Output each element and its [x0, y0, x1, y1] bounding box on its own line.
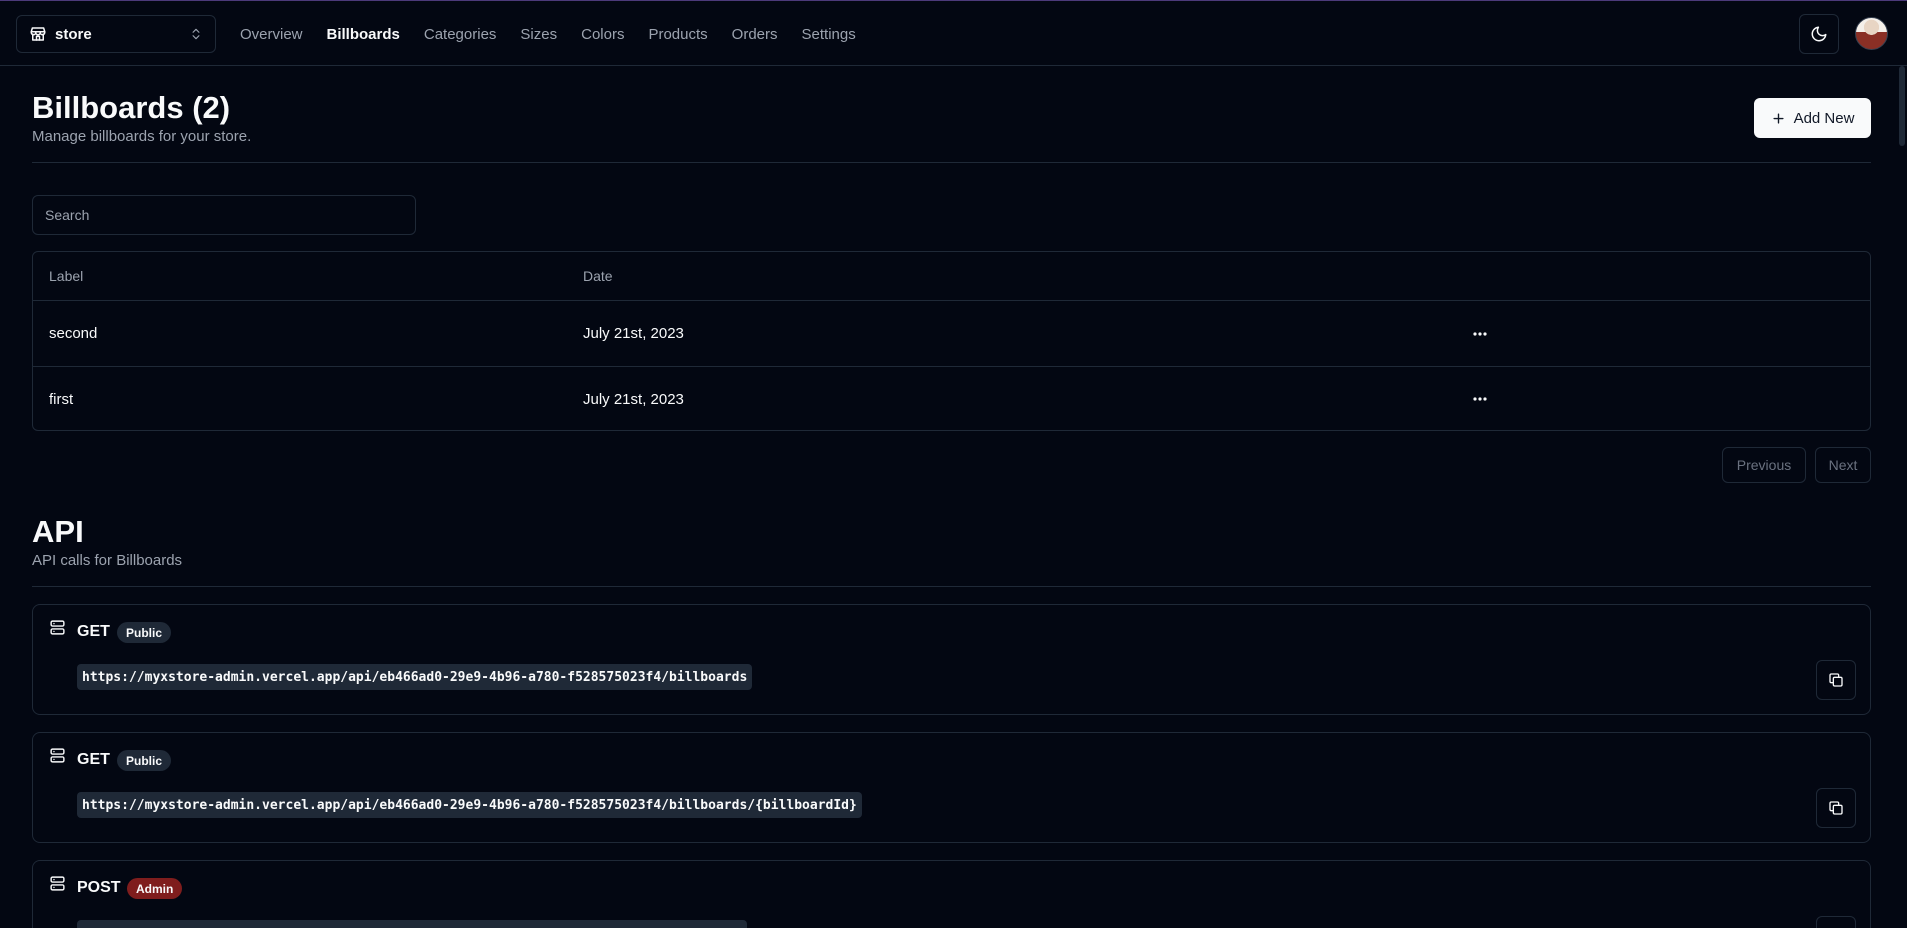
access-badge: Admin: [127, 878, 183, 899]
page-title: Billboards (2): [32, 90, 231, 125]
nav-sizes[interactable]: Sizes: [520, 26, 557, 43]
api-endpoint-card: GET Public https://myxstore-admin.vercel…: [32, 732, 1871, 843]
scrollbar-thumb[interactable]: [1899, 66, 1905, 146]
endpoint-url: https://myxstore-admin.vercel.app/api/eb…: [77, 792, 862, 818]
nav-overview[interactable]: Overview: [240, 26, 303, 43]
search-input[interactable]: [32, 195, 416, 235]
row-label: second: [49, 325, 98, 342]
table-row: second July 21st, 2023: [33, 301, 1870, 366]
billboards-table: Label Date second July 21st, 2023 first …: [32, 251, 1871, 431]
nav-products[interactable]: Products: [648, 26, 707, 43]
table-row: first July 21st, 2023: [33, 366, 1870, 431]
api-subtitle: API calls for Billboards: [32, 552, 183, 569]
column-header-date: Date: [583, 268, 613, 284]
server-icon: [49, 875, 66, 892]
endpoint-url: [77, 920, 747, 928]
more-actions-icon[interactable]: [1468, 387, 1492, 411]
api-endpoint-card: GET Public https://myxstore-admin.vercel…: [32, 604, 1871, 715]
previous-button[interactable]: Previous: [1722, 447, 1806, 483]
store-icon: [29, 25, 47, 43]
table-header: Label Date: [33, 252, 1870, 301]
row-date: July 21st, 2023: [583, 325, 684, 342]
http-method: GET: [77, 751, 110, 768]
chevrons-up-down-icon: [189, 27, 203, 41]
main-nav: Overview Billboards Categories Sizes Col…: [240, 1, 880, 67]
row-label: first: [49, 390, 74, 408]
access-badge: Public: [117, 622, 172, 643]
theme-toggle-button[interactable]: [1799, 14, 1839, 54]
divider: [32, 586, 1871, 587]
user-avatar[interactable]: [1855, 17, 1888, 50]
copy-icon: [1828, 800, 1844, 816]
top-navbar: store Overview Billboards Categories Siz…: [0, 0, 1907, 66]
more-actions-icon[interactable]: [1468, 322, 1492, 346]
store-name: store: [55, 25, 92, 43]
row-date: July 21st, 2023: [583, 390, 684, 408]
plus-icon: [1771, 111, 1786, 126]
api-endpoint-card: POST Admin: [32, 860, 1871, 928]
http-method: POST: [77, 879, 121, 896]
divider: [32, 162, 1871, 163]
nav-colors[interactable]: Colors: [581, 26, 624, 43]
access-badge: Public: [117, 750, 172, 771]
copy-button[interactable]: [1816, 916, 1856, 928]
nav-orders[interactable]: Orders: [732, 26, 778, 43]
nav-billboards[interactable]: Billboards: [327, 26, 400, 43]
http-method: GET: [77, 623, 110, 640]
add-new-button[interactable]: Add New: [1754, 98, 1871, 138]
nav-categories[interactable]: Categories: [424, 26, 497, 43]
store-switcher[interactable]: store: [16, 15, 216, 53]
server-icon: [49, 747, 66, 764]
copy-button[interactable]: [1816, 788, 1856, 828]
page-subtitle: Manage billboards for your store.: [32, 128, 252, 145]
endpoint-url: https://myxstore-admin.vercel.app/api/eb…: [77, 664, 753, 690]
server-icon: [49, 619, 66, 636]
api-title: API: [32, 514, 84, 549]
scrollbar[interactable]: [1897, 66, 1907, 928]
copy-icon: [1828, 672, 1844, 688]
column-header-label: Label: [49, 268, 84, 284]
nav-settings[interactable]: Settings: [802, 26, 856, 43]
copy-button[interactable]: [1816, 660, 1856, 700]
add-new-label: Add New: [1793, 109, 1855, 127]
next-button[interactable]: Next: [1815, 447, 1871, 483]
moon-icon: [1810, 25, 1828, 43]
